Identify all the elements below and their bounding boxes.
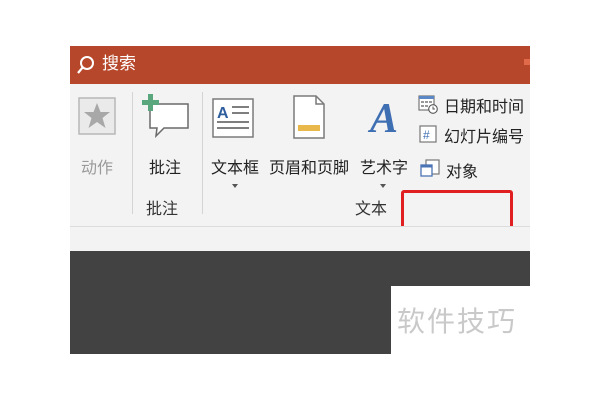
- comment-button[interactable]: 批注: [136, 92, 194, 182]
- wordart-icon: A: [367, 96, 398, 140]
- textbox-label: 文本框: [210, 158, 259, 177]
- header-footer-icon: [293, 95, 325, 139]
- slide-number-icon: #: [419, 125, 437, 143]
- svg-text:#: #: [423, 128, 430, 142]
- search-icon[interactable]: [76, 55, 96, 75]
- header-footer-button[interactable]: 页眉和页脚: [264, 92, 354, 182]
- svg-text:A: A: [367, 96, 398, 140]
- watermark-text: 软件技巧: [397, 305, 518, 338]
- star-icon: [78, 97, 116, 135]
- wordart-label: 艺术字: [359, 158, 408, 177]
- wordart-button[interactable]: A 艺术字: [352, 92, 416, 192]
- action-button[interactable]: 动作: [72, 92, 122, 182]
- textbox-icon: A: [212, 98, 254, 138]
- search-label[interactable]: 搜索: [102, 53, 136, 75]
- title-bar: 搜索: [70, 46, 530, 84]
- object-button[interactable]: 对象: [420, 157, 512, 181]
- chevron-down-icon: [380, 184, 386, 188]
- date-time-label: 日期和时间: [444, 97, 525, 116]
- date-time-button[interactable]: 日期和时间: [418, 92, 530, 116]
- object-label: 对象: [446, 162, 479, 181]
- text-group-label: 文本: [355, 199, 388, 218]
- group-separator: [202, 92, 203, 214]
- header-footer-label: 页眉和页脚: [268, 158, 349, 177]
- screenshot-crop: 搜索 动作 批注 批注 A 文本框 页眉和页脚 A 艺术字 日期和时间 # 幻灯…: [70, 46, 530, 354]
- chevron-down-icon: [232, 184, 238, 188]
- ribbon-collapse-bar: [70, 226, 530, 252]
- group-separator: [132, 92, 133, 214]
- ribbon: 动作 批注 批注 A 文本框 页眉和页脚 A 艺术字 日期和时间 # 幻灯片编号…: [70, 84, 530, 282]
- titlebar-accent: [524, 59, 530, 65]
- calendar-clock-icon: [418, 95, 438, 114]
- slide-number-label: 幻灯片编号: [444, 127, 525, 146]
- slide-number-button[interactable]: # 幻灯片编号: [418, 122, 530, 146]
- textbox-button[interactable]: A 文本框: [204, 92, 266, 192]
- comment-group-label: 批注: [146, 199, 179, 218]
- object-icon: [420, 159, 440, 177]
- svg-text:A: A: [217, 105, 229, 122]
- comment-label: 批注: [148, 158, 181, 177]
- new-comment-icon: [142, 94, 189, 138]
- action-label: 动作: [80, 158, 113, 177]
